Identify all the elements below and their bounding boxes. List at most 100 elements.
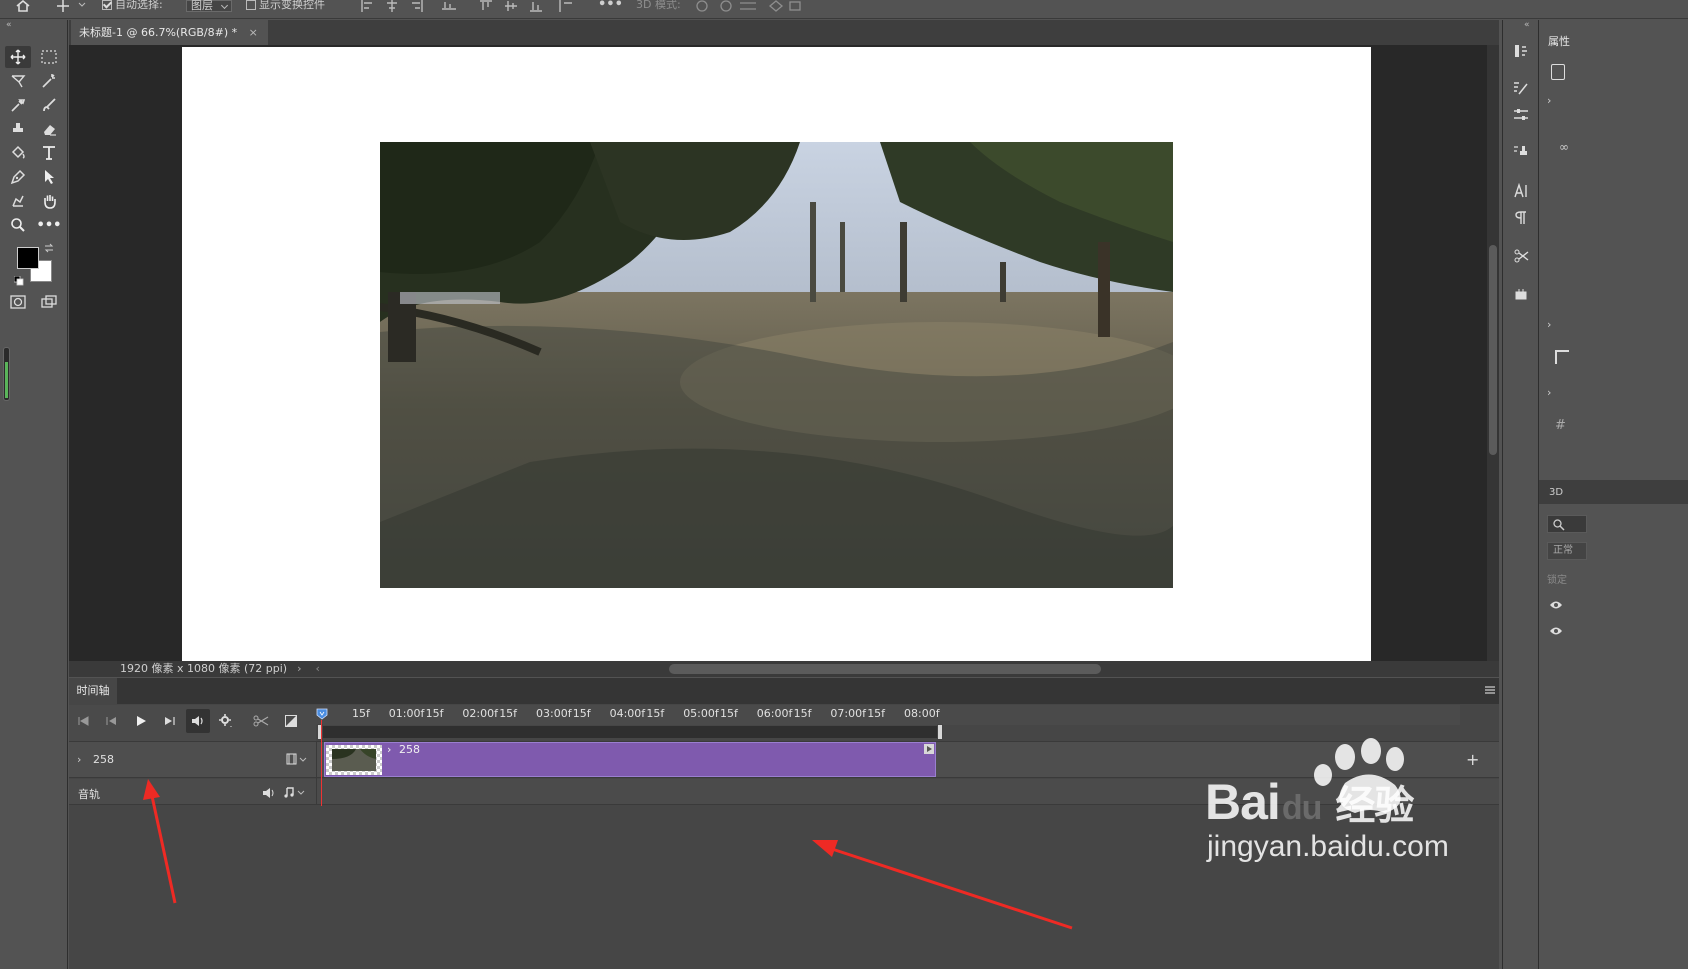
tool-presets-panel-icon[interactable] <box>1509 245 1533 267</box>
section-collapse-chevron-icon[interactable]: › <box>1547 94 1551 107</box>
work-area-bar[interactable] <box>322 726 940 738</box>
vertical-scroll-thumb[interactable] <box>1489 245 1497 455</box>
ruler-tick-label: 03:00f <box>536 707 572 720</box>
audio-toggle-button[interactable] <box>186 709 210 733</box>
expand-panels-icon[interactable]: « <box>1524 20 1530 30</box>
character-panel-icon[interactable] <box>1509 180 1533 202</box>
watermark-brand-du: du <box>1281 789 1323 827</box>
audio-mute-speaker-icon[interactable] <box>262 787 276 799</box>
path-selection-tool-icon[interactable] <box>36 166 62 188</box>
section-collapse-chevron-icon-3[interactable]: › <box>1547 386 1551 399</box>
adjustments-panel-icon[interactable] <box>1509 104 1533 126</box>
brush-tool-icon[interactable] <box>36 94 62 116</box>
baidu-jingyan-watermark: Baidu 经验 jingyan.baidu.com <box>1205 735 1495 865</box>
timeline-tab[interactable]: 时间轴 <box>69 678 117 704</box>
ruler-tick-label: 05:00f <box>683 707 719 720</box>
section-collapse-chevron-icon-2[interactable]: › <box>1547 318 1551 331</box>
3d-mode-icons <box>690 0 810 14</box>
watermark-brand: Bai <box>1205 774 1281 830</box>
ruler-tick-label: 07:00f <box>830 707 866 720</box>
quick-mask-icon[interactable] <box>5 291 31 313</box>
go-to-first-frame-button[interactable] <box>71 709 95 733</box>
track-divider <box>316 741 317 805</box>
horizontal-scroll-thumb[interactable] <box>669 664 1101 674</box>
eraser-tool-icon[interactable] <box>36 118 62 140</box>
clip-options-arrow-icon[interactable] <box>924 744 934 754</box>
default-colors-icon[interactable] <box>14 276 24 286</box>
type-tool-icon[interactable] <box>36 142 62 164</box>
swap-colors-icon[interactable] <box>44 243 54 253</box>
close-tab-icon[interactable]: × <box>249 26 258 39</box>
hand-tool-icon[interactable] <box>36 190 62 212</box>
move-tool-preset-icon[interactable] <box>55 0 89 14</box>
timeline-header <box>69 678 1499 704</box>
brush-settings-panel-icon[interactable] <box>1509 77 1533 99</box>
right-docked-panels: 属性 › ∞ › › # 3D 正常 锁定 <box>1538 20 1688 969</box>
more-options-icon[interactable]: ••• <box>598 0 623 14</box>
screen-mode-icon[interactable] <box>36 291 62 313</box>
previous-frame-button[interactable] <box>99 709 123 733</box>
ruler-tick-label: 01:00f <box>388 707 425 720</box>
home-icon[interactable] <box>14 0 32 14</box>
layer-visibility-eye-icon-2[interactable] <box>1549 626 1563 636</box>
move-tool-icon[interactable] <box>5 46 31 68</box>
align-buttons[interactable] <box>360 0 470 14</box>
pen-tool-icon[interactable] <box>5 166 31 188</box>
custom-shape-tool-icon[interactable] <box>5 190 31 212</box>
ruler-tick-label: 15f <box>352 707 370 720</box>
collapse-panel-icon[interactable]: « <box>6 20 12 30</box>
show-transform-controls-checkbox[interactable]: 显示变换控件 <box>246 0 325 14</box>
ruler-tick-label: 08:00f <box>904 707 940 720</box>
play-button[interactable] <box>129 709 153 733</box>
document-dimensions[interactable]: 1920 像素 x 1080 像素 (72 ppi) › ‹ <box>120 661 320 677</box>
next-frame-button[interactable] <box>158 709 182 733</box>
ruler-guide-icon <box>1555 350 1569 364</box>
distribute-buttons[interactable] <box>480 0 580 14</box>
foreground-color-swatch[interactable] <box>17 247 39 269</box>
paragraph-panel-icon[interactable] <box>1509 207 1533 229</box>
layer-search-field[interactable] <box>1547 515 1587 533</box>
auto-select-checkbox[interactable]: 自动选择: <box>102 0 163 14</box>
clone-stamp-tool-icon[interactable] <box>5 118 31 140</box>
panel-menu-icon[interactable] <box>1484 685 1496 695</box>
ruler-tick-label: 15f <box>867 707 886 720</box>
ruler-tick-label: 15f <box>499 707 518 720</box>
clip-thumbnail <box>326 745 382 775</box>
3d-mode-label: 3D 模式: <box>636 0 681 11</box>
document-tab[interactable]: 未标题-1 @ 66.7%(RGB/8#) * × <box>71 20 268 45</box>
history-panel-icon[interactable] <box>1509 40 1533 62</box>
expand-track-chevron-icon[interactable]: › <box>77 753 81 766</box>
work-area-end-handle[interactable] <box>937 724 943 740</box>
properties-panel-tab[interactable]: 属性 <box>1548 33 1570 49</box>
work-area-start-handle[interactable] <box>317 724 323 740</box>
clip-expand-chevron-icon[interactable]: › <box>387 743 391 756</box>
side-indicator <box>3 347 10 401</box>
video-track-name: 258 <box>93 753 114 766</box>
playhead-line[interactable] <box>321 720 322 806</box>
edit-toolbar-icon[interactable]: ••• <box>36 214 62 236</box>
music-note-icon[interactable] <box>284 786 306 798</box>
actions-panel-icon[interactable] <box>1509 283 1533 305</box>
document-tab-bar <box>69 20 1499 45</box>
split-at-playhead-scissors-icon[interactable] <box>249 709 273 733</box>
settings-gear-icon[interactable] <box>214 709 238 733</box>
marquee-tool-icon[interactable] <box>36 46 62 68</box>
film-strip-icon[interactable] <box>286 753 308 765</box>
eyedropper-tool-icon[interactable] <box>5 94 31 116</box>
ruler-tick-label: 15f <box>425 707 444 720</box>
transition-icon[interactable] <box>279 709 303 733</box>
grid-icon: # <box>1555 418 1566 433</box>
lasso-tool-icon[interactable] <box>5 70 31 92</box>
auto-select-target-dropdown[interactable]: 图层 <box>186 0 232 14</box>
3d-panel-tab[interactable]: 3D <box>1549 487 1563 498</box>
blend-mode-dropdown[interactable]: 正常 <box>1547 542 1587 560</box>
paint-bucket-tool-icon[interactable] <box>5 142 31 164</box>
show-transform-label: 显示变换控件 <box>259 0 325 11</box>
playhead-handle[interactable] <box>316 708 328 720</box>
clone-source-panel-icon[interactable] <box>1509 141 1533 163</box>
layer-visibility-eye-icon[interactable] <box>1549 600 1563 610</box>
link-icon[interactable]: ∞ <box>1559 140 1569 154</box>
zoom-tool-icon[interactable] <box>5 214 31 236</box>
magic-wand-tool-icon[interactable] <box>36 70 62 92</box>
lock-label: 锁定 <box>1547 575 1567 586</box>
